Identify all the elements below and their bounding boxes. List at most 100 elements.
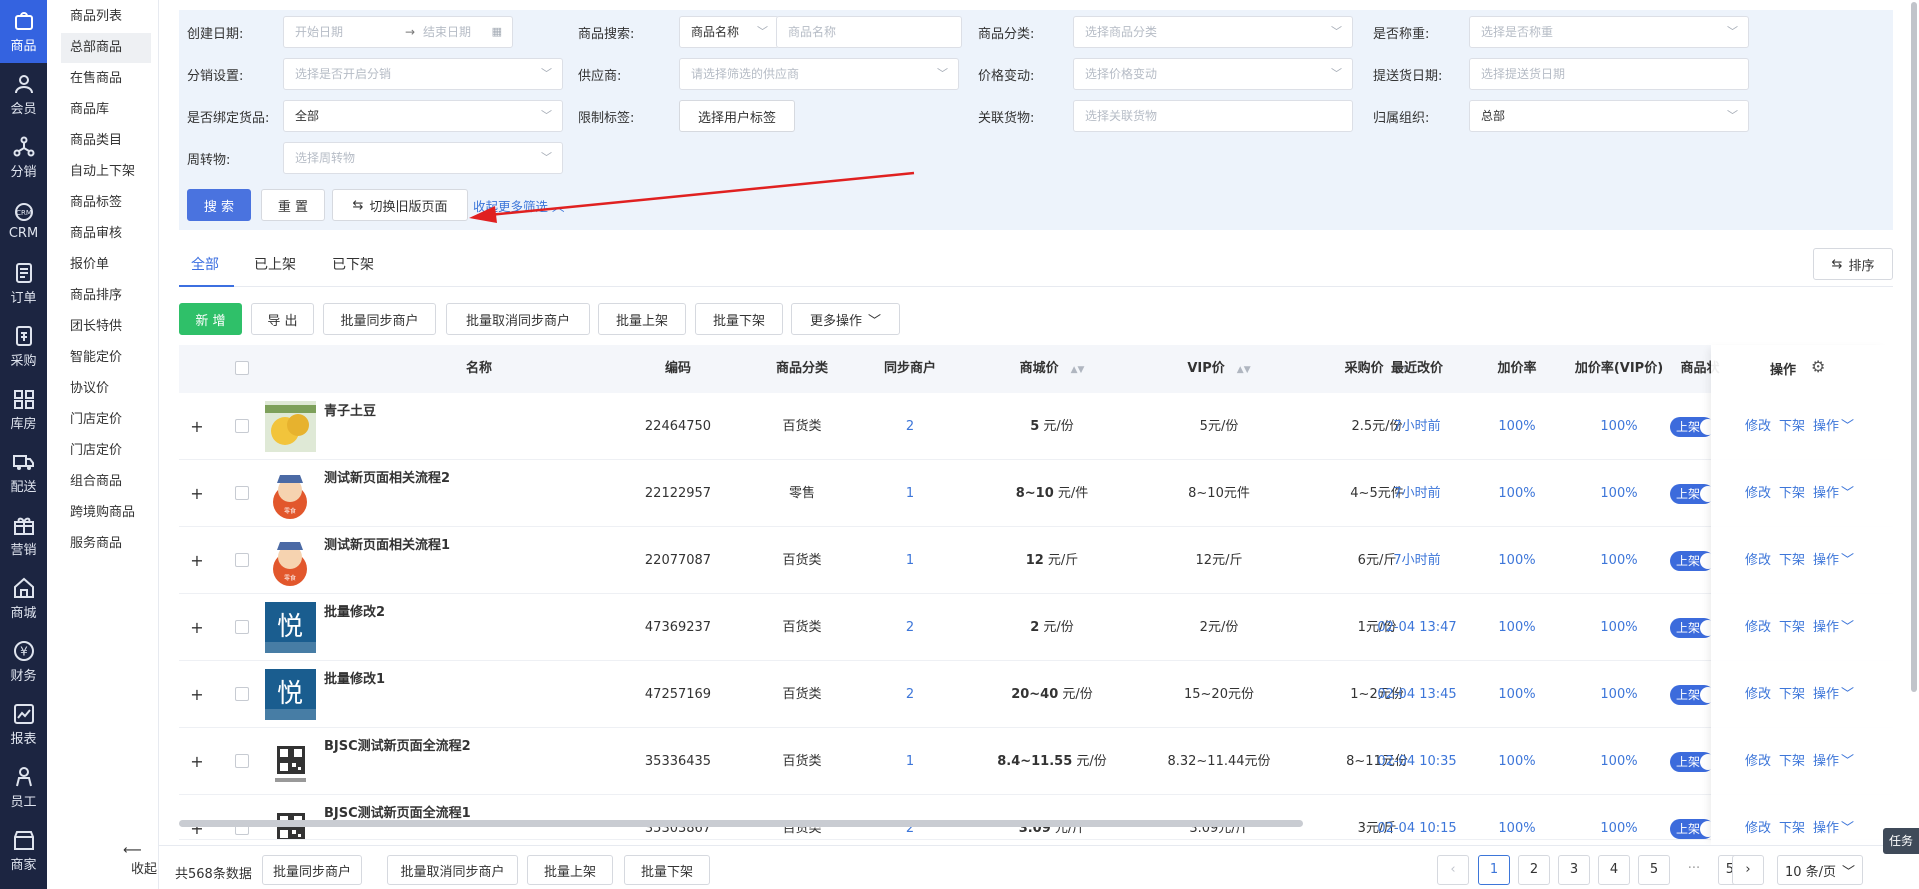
select-user-tag-button[interactable]: 选择用户标签	[679, 100, 795, 132]
row-checkbox[interactable]	[235, 419, 249, 433]
table-row[interactable]: + 青子土豆 22464750 百货类 2 5 元/份 5元/份 2.5元/份 7小时前 100%…	[179, 393, 1893, 460]
subnav-item[interactable]: 门店定价	[61, 436, 151, 466]
markup-rate[interactable]: 100%	[1467, 460, 1567, 527]
reset-button[interactable]: 重 置	[261, 189, 325, 221]
batch-sync-button[interactable]: 批量同步商户	[323, 303, 436, 335]
status-toggle[interactable]: 上架	[1670, 819, 1716, 839]
markup-rate-vip[interactable]: 100%	[1554, 795, 1684, 839]
next-page-button[interactable]: ›	[1732, 855, 1764, 885]
table-row[interactable]: + 零食 测试新页面相关流程2 22122957 零售 1 8~10 元/件 8~10元件 4~…	[179, 460, 1893, 527]
select-all-checkbox[interactable]	[235, 361, 249, 375]
rail-item-goods[interactable]: 商品	[0, 0, 47, 63]
markup-rate[interactable]: 100%	[1467, 594, 1567, 661]
subnav-item[interactable]: 服务商品	[61, 529, 151, 559]
page-size-select[interactable]: 10 条/页 ﹀	[1777, 855, 1863, 885]
sync-merchant-count[interactable]: 1	[860, 460, 960, 527]
sort-button[interactable]: ⇆ 排序	[1813, 248, 1893, 280]
subnav-item[interactable]: 报价单	[61, 250, 151, 280]
pickup-date-select[interactable]: 选择提送货日期	[1469, 58, 1749, 90]
batch-on-shelf-button[interactable]: 批量上架	[598, 303, 686, 335]
batch-off-shelf-button[interactable]: 批量下架	[695, 303, 783, 335]
status-toggle[interactable]: 上架	[1670, 417, 1716, 437]
edit-link[interactable]: 修改	[1745, 821, 1771, 836]
recent-price-change[interactable]: 02-04 10:35	[1367, 728, 1467, 795]
off-shelf-link[interactable]: 下架	[1779, 486, 1805, 501]
search-type-select[interactable]: 商品名称 ﹀	[679, 16, 779, 48]
operation-dropdown[interactable]: 操作	[1813, 754, 1839, 769]
operation-dropdown[interactable]: 操作	[1813, 687, 1839, 702]
more-actions-dropdown[interactable]: 更多操作 ﹀	[791, 303, 900, 335]
rail-item-staff[interactable]: 员工	[0, 756, 47, 819]
start-date-field[interactable]: 开始日期	[295, 17, 343, 47]
subnav-item[interactable]: 商品排序	[61, 281, 151, 311]
row-checkbox[interactable]	[235, 620, 249, 634]
subnav-item[interactable]: 商品列表	[61, 2, 151, 32]
expand-row-button[interactable]: +	[187, 393, 207, 460]
recent-price-change[interactable]: 02-04 10:15	[1367, 795, 1467, 839]
off-shelf-link[interactable]: 下架	[1779, 687, 1805, 702]
expand-row-button[interactable]: +	[187, 728, 207, 795]
sync-merchant-count[interactable]: 1	[860, 527, 960, 594]
related-select[interactable]: 选择关联货物	[1073, 100, 1353, 132]
expand-row-button[interactable]: +	[187, 795, 207, 839]
task-button[interactable]: 任务	[1883, 828, 1919, 854]
status-toggle[interactable]: 上架	[1670, 752, 1716, 772]
row-checkbox[interactable]	[235, 754, 249, 768]
expand-row-button[interactable]: +	[187, 460, 207, 527]
rail-item-merchant[interactable]: 商家	[0, 819, 47, 882]
page-button[interactable]: 3	[1558, 855, 1590, 885]
product-name[interactable]: 测试新页面相关流程1	[324, 537, 450, 555]
table-row[interactable]: + 悦批量修改1 47257169 百货类 2 20~40 元/份 15~20元份 1~2元份…	[179, 661, 1893, 728]
subnav-item[interactable]: 协议价	[61, 374, 151, 404]
table-row[interactable]: + 悦批量修改2 47369237 百货类 2 2 元/份 2元/份 1元/份 02-04 13…	[179, 594, 1893, 661]
org-select[interactable]: 总部 ﹀	[1469, 100, 1749, 132]
edit-link[interactable]: 修改	[1745, 754, 1771, 769]
operation-dropdown[interactable]: 操作	[1813, 553, 1839, 568]
price-change-select[interactable]: 选择价格变动 ﹀	[1073, 58, 1353, 90]
product-name[interactable]: 批量修改1	[324, 671, 385, 689]
collapse-button[interactable]: ⟵ 收起	[123, 843, 158, 877]
edit-link[interactable]: 修改	[1745, 620, 1771, 635]
operation-dropdown[interactable]: 操作	[1813, 821, 1839, 836]
sync-merchant-count[interactable]: 2	[860, 594, 960, 661]
rail-item-finance[interactable]: ¥ 财务	[0, 630, 47, 693]
subnav-item[interactable]: 在售商品	[61, 64, 151, 94]
rail-item-warehouse[interactable]: 库房	[0, 378, 47, 441]
sync-merchant-count[interactable]: 2	[860, 661, 960, 728]
recent-price-change[interactable]: 7小时前	[1367, 527, 1467, 594]
subnav-item[interactable]: 商品库	[61, 95, 151, 125]
markup-rate[interactable]: 100%	[1467, 795, 1567, 839]
supplier-select[interactable]: 请选择筛选的供应商 ﹀	[679, 58, 959, 90]
row-checkbox[interactable]	[235, 486, 249, 500]
operation-dropdown[interactable]: 操作	[1813, 419, 1839, 434]
markup-rate[interactable]: 100%	[1467, 728, 1567, 795]
weighing-select[interactable]: 选择是否称重 ﹀	[1469, 16, 1749, 48]
markup-rate-vip[interactable]: 100%	[1554, 728, 1684, 795]
subnav-item[interactable]: 商品标签	[61, 188, 151, 218]
sync-merchant-count[interactable]: 2	[860, 393, 960, 460]
bottom-batch-sync-button[interactable]: 批量同步商户	[262, 855, 362, 885]
subnav-item[interactable]: 商品审核	[61, 219, 151, 249]
product-name[interactable]: 批量修改2	[324, 604, 385, 622]
markup-rate[interactable]: 100%	[1467, 527, 1567, 594]
markup-rate-vip[interactable]: 100%	[1554, 661, 1684, 728]
edit-link[interactable]: 修改	[1745, 486, 1771, 501]
create-date-range[interactable]: 开始日期 → 结束日期 ▦	[283, 16, 513, 48]
recent-price-change[interactable]: 02-04 13:47	[1367, 594, 1467, 661]
recent-price-change[interactable]: 7小时前	[1367, 460, 1467, 527]
subnav-item[interactable]: 门店定价	[61, 405, 151, 435]
status-toggle[interactable]: 上架	[1670, 551, 1716, 571]
category-select[interactable]: 选择商品分类 ﹀	[1073, 16, 1353, 48]
expand-row-button[interactable]: +	[187, 594, 207, 661]
recent-price-change[interactable]: 02-04 13:45	[1367, 661, 1467, 728]
table-row[interactable]: + BJSC测试新页面全流程1 35303867 百货类 2 3.09 元/斤 3.09元/…	[179, 795, 1893, 840]
col-vip-price[interactable]: VIP价 ▲▼	[1149, 345, 1289, 393]
bottom-batch-off-shelf-button[interactable]: 批量下架	[624, 855, 710, 885]
rail-item-crm[interactable]: CRM CRM	[0, 189, 47, 252]
end-date-field[interactable]: 结束日期	[423, 17, 471, 47]
off-shelf-link[interactable]: 下架	[1779, 821, 1805, 836]
rail-item-report[interactable]: 报表	[0, 693, 47, 756]
gear-icon[interactable]: ⚙	[1811, 357, 1825, 376]
operation-dropdown[interactable]: 操作	[1813, 620, 1839, 635]
goods-name-input[interactable]: 商品名称	[776, 16, 962, 48]
